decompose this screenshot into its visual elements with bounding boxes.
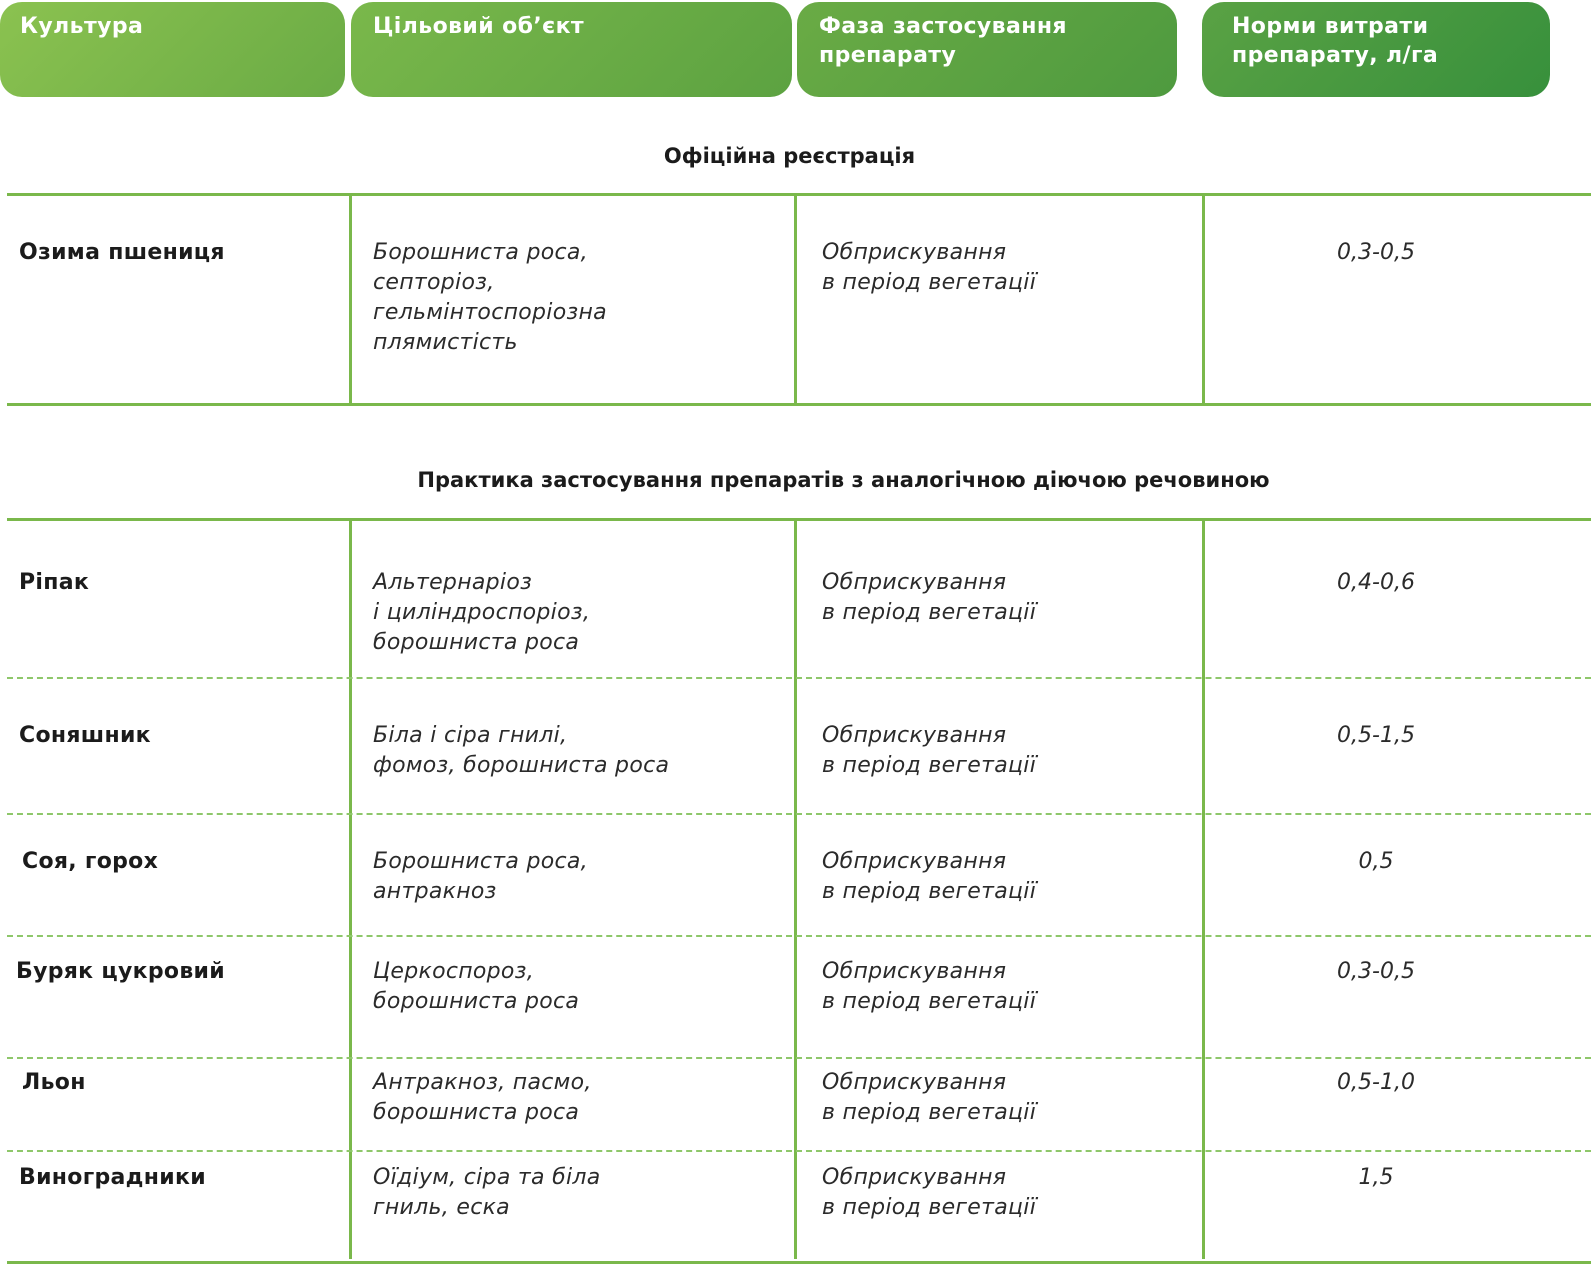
consumption-norm: 0,5-1,0: [1337, 1070, 1415, 1095]
consumption-norm: 0,5-1,5: [1337, 723, 1415, 748]
row-separator: [7, 677, 1591, 679]
column-header-crop: Культура: [0, 2, 345, 97]
target-object: Альтернаріоз і циліндроспоріоз, борошнис…: [373, 570, 591, 655]
target-object: Оїдіум, сіра та біла гниль, еска: [373, 1165, 601, 1220]
column-divider: [349, 194, 352, 404]
application-phase: Обприскування в період вегетації: [822, 1070, 1037, 1125]
column-divider: [349, 519, 352, 1259]
section-title-official: Офіційна реєстрація: [663, 144, 916, 168]
table-divider: [7, 193, 1591, 196]
column-divider: [1202, 519, 1205, 1259]
application-phase: Обприскування в період вегетації: [822, 570, 1037, 625]
target-object: Борошниста роса, антракноз: [373, 849, 588, 904]
crop-name: Соняшник: [19, 723, 151, 748]
column-header-target: Цільовий об’єкт: [351, 2, 792, 97]
crop-name: Льон: [22, 1070, 86, 1095]
table-divider: [7, 1261, 1591, 1264]
column-divider: [794, 519, 797, 1259]
crop-name: Озима пшениця: [19, 240, 225, 265]
target-object: Антракноз, пасмо, борошниста роса: [373, 1070, 592, 1125]
application-phase: Обприскування в період вегетації: [822, 1165, 1037, 1220]
column-header-norm: Норми витрати препарату, л/га: [1202, 2, 1550, 97]
application-phase: Обприскування в період вегетації: [822, 849, 1037, 904]
column-header-target-label: Цільовий об’єкт: [373, 14, 585, 39]
application-phase: Обприскування в період вегетації: [822, 723, 1037, 778]
target-object: Борошниста роса, септоріоз, гельмінтоспо…: [373, 240, 607, 355]
target-object: Біла і сіра гнилі, фомоз, борошниста рос…: [373, 723, 670, 778]
consumption-norm: 1,5: [1358, 1165, 1394, 1190]
consumption-norm: 0,5: [1358, 849, 1394, 874]
column-header-phase: Фаза застосування препарату: [797, 2, 1177, 97]
column-header-norm-label: Норми витрати препарату, л/га: [1232, 14, 1439, 68]
row-separator: [7, 813, 1591, 815]
application-phase: Обприскування в період вегетації: [822, 240, 1037, 295]
column-divider: [1202, 194, 1205, 404]
crop-name: Буряк цукровий: [16, 959, 225, 984]
row-separator: [7, 1150, 1591, 1152]
application-phase: Обприскування в період вегетації: [822, 959, 1037, 1014]
consumption-norm: 0,3-0,5: [1337, 240, 1415, 265]
target-object: Церкоспороз, борошниста роса: [373, 959, 580, 1014]
crop-name: Виноградники: [19, 1165, 206, 1190]
section-title-practice: Практика застосування препаратів з анало…: [417, 468, 1270, 492]
column-header-phase-label: Фаза застосування препарату: [819, 14, 1067, 68]
crop-name: Соя, горох: [22, 849, 159, 874]
consumption-norm: 0,4-0,6: [1337, 570, 1415, 595]
consumption-norm: 0,3-0,5: [1337, 959, 1415, 984]
crop-name: Ріпак: [19, 570, 90, 595]
column-header-crop-label: Культура: [20, 14, 144, 39]
table-divider: [7, 403, 1591, 406]
row-separator: [7, 1057, 1591, 1059]
table-divider: [7, 518, 1591, 521]
row-separator: [7, 935, 1591, 937]
column-divider: [794, 194, 797, 404]
